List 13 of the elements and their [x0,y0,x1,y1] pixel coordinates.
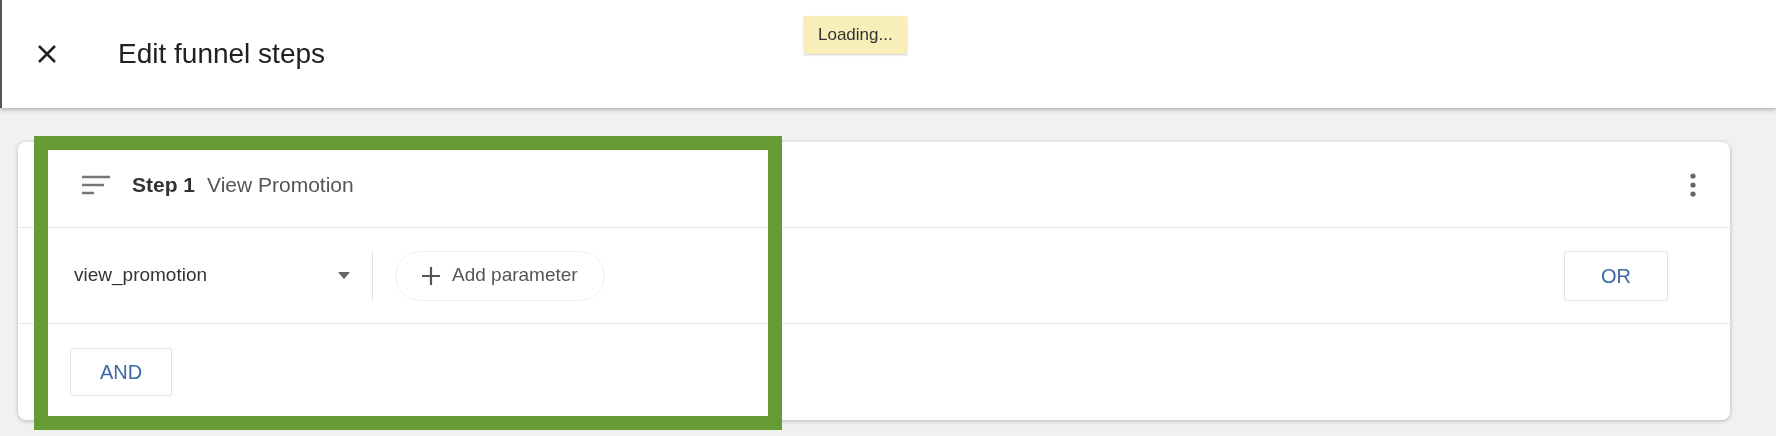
close-icon[interactable] [36,43,58,65]
loading-toast: Loading... [804,16,907,54]
or-button[interactable]: OR [1564,250,1668,301]
add-parameter-button[interactable]: Add parameter [395,250,605,301]
more-vertical-icon[interactable] [1690,172,1696,197]
event-dropdown[interactable]: view_promotion [74,245,364,306]
step-label: Step 1 [132,171,196,198]
plus-icon [422,266,440,285]
dialog-title: Edit funnel steps [118,37,326,71]
step-name: View Promotion [207,171,354,198]
caret-icon [338,272,350,279]
sort-lines-icon[interactable] [80,174,110,195]
and-button[interactable]: AND [70,348,172,396]
